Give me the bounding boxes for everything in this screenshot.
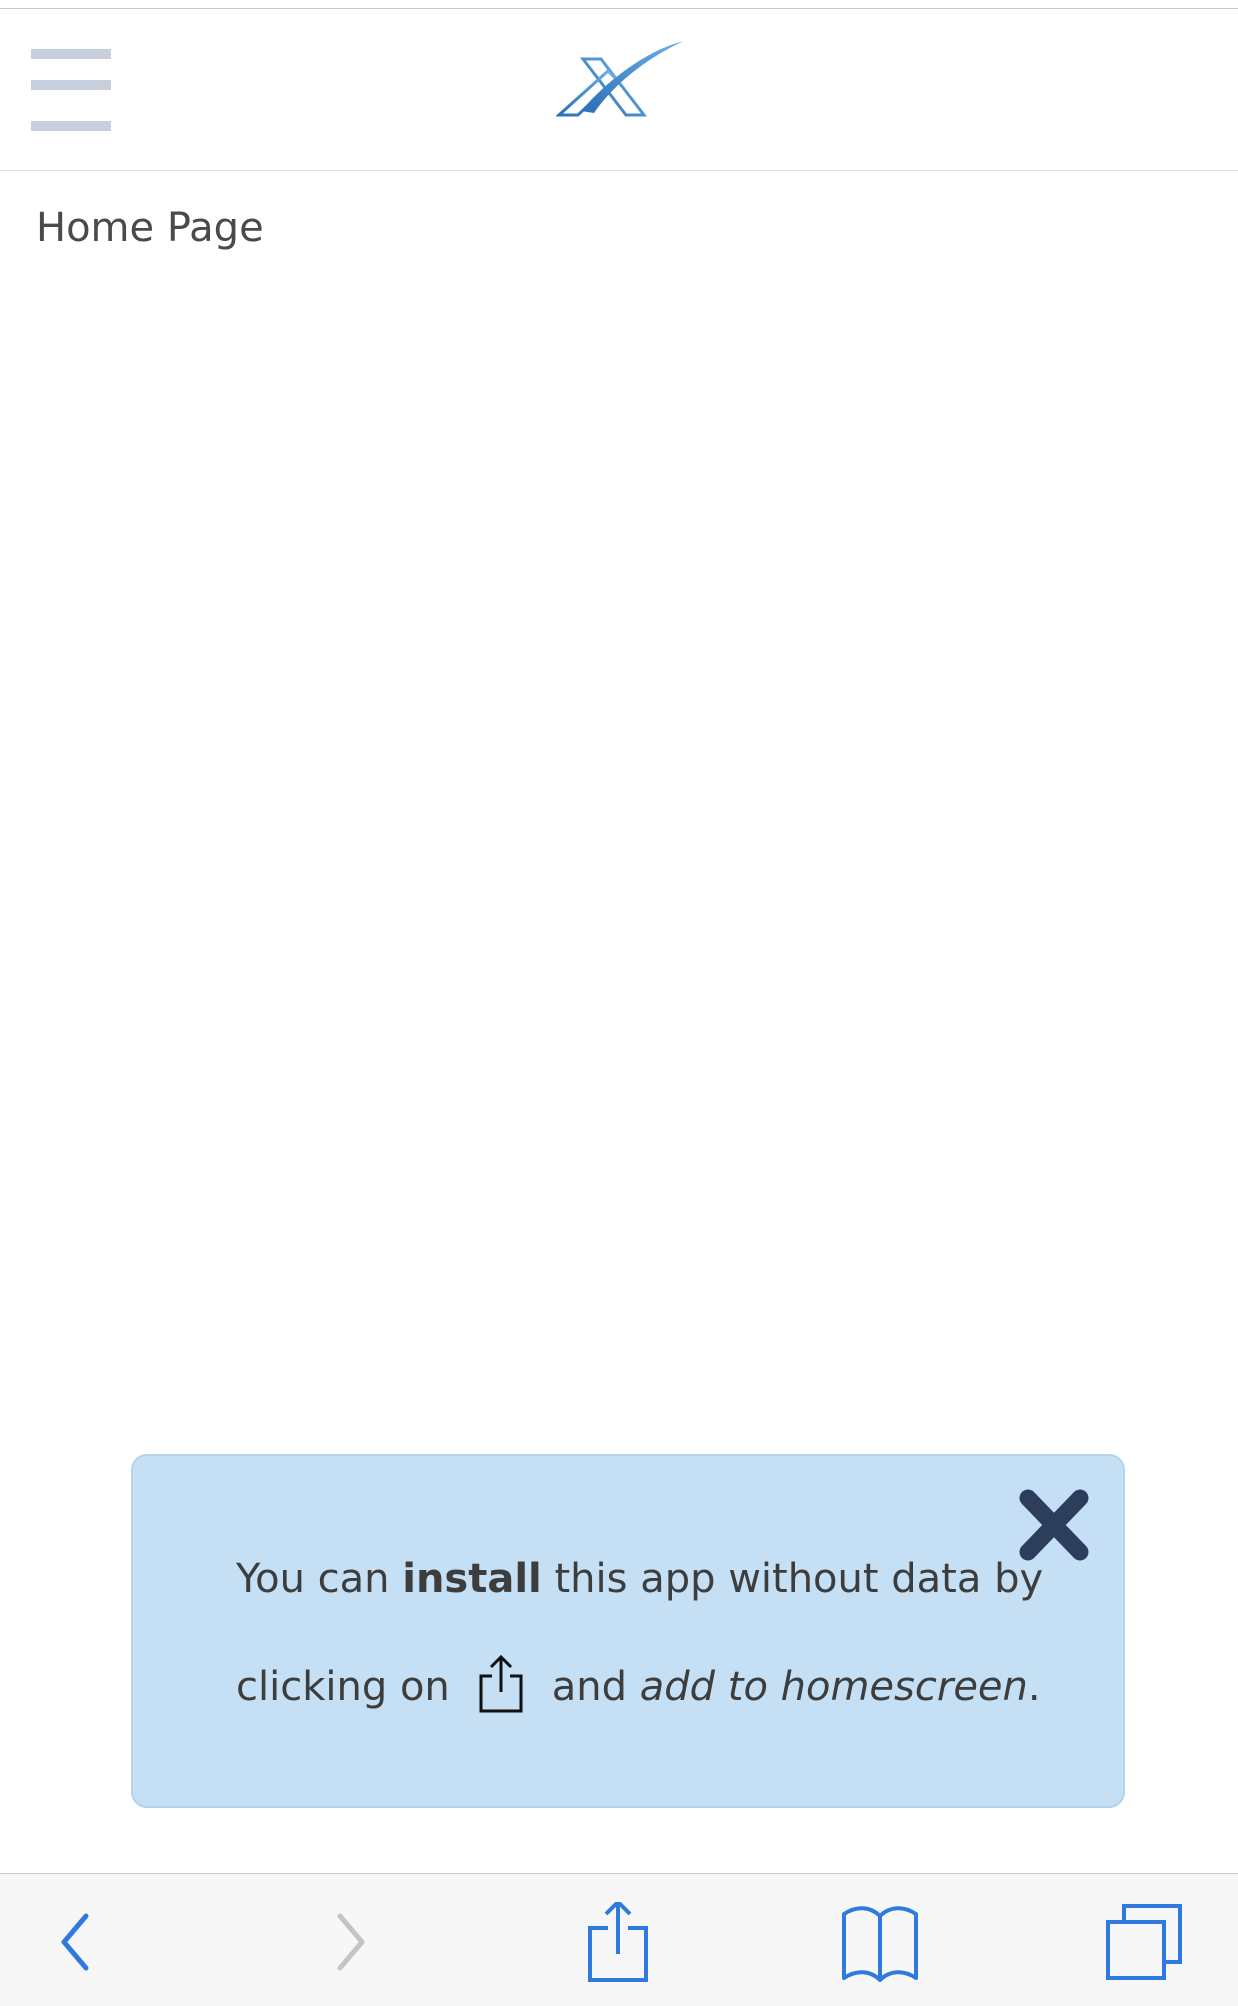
forward-arrow-icon[interactable] (310, 1902, 390, 1982)
install-text-rest: this app without data by (554, 1556, 1044, 1602)
install-line2-italic: add to homescreen (639, 1664, 1028, 1710)
hamburger-menu-icon[interactable] (31, 49, 111, 139)
close-x-icon[interactable] (1016, 1486, 1092, 1564)
share-icon (476, 1654, 526, 1714)
bookmarks-icon[interactable] (840, 1902, 920, 1982)
app-header (0, 9, 1238, 171)
install-line2-end: . (1027, 1664, 1041, 1710)
page-title: Home Page (36, 205, 264, 251)
top-status-border (0, 0, 1238, 9)
install-text-bold: install (402, 1556, 542, 1602)
x-logo-icon[interactable] (555, 31, 686, 121)
install-message-line-2: clicking on and add to homescreen. (236, 1654, 1041, 1714)
install-text-prefix: You can (236, 1556, 390, 1602)
browser-toolbar (0, 1873, 1238, 2006)
install-line2-prefix: clicking on (236, 1664, 450, 1710)
install-line2-mid: and (551, 1664, 628, 1710)
install-message-line-1: You can install this app without data by (236, 1556, 1043, 1602)
back-arrow-icon[interactable] (36, 1902, 116, 1982)
install-banner: You can install this app without data by… (131, 1454, 1125, 1808)
tabs-icon[interactable] (1104, 1902, 1184, 1982)
share-icon[interactable] (578, 1900, 658, 1982)
